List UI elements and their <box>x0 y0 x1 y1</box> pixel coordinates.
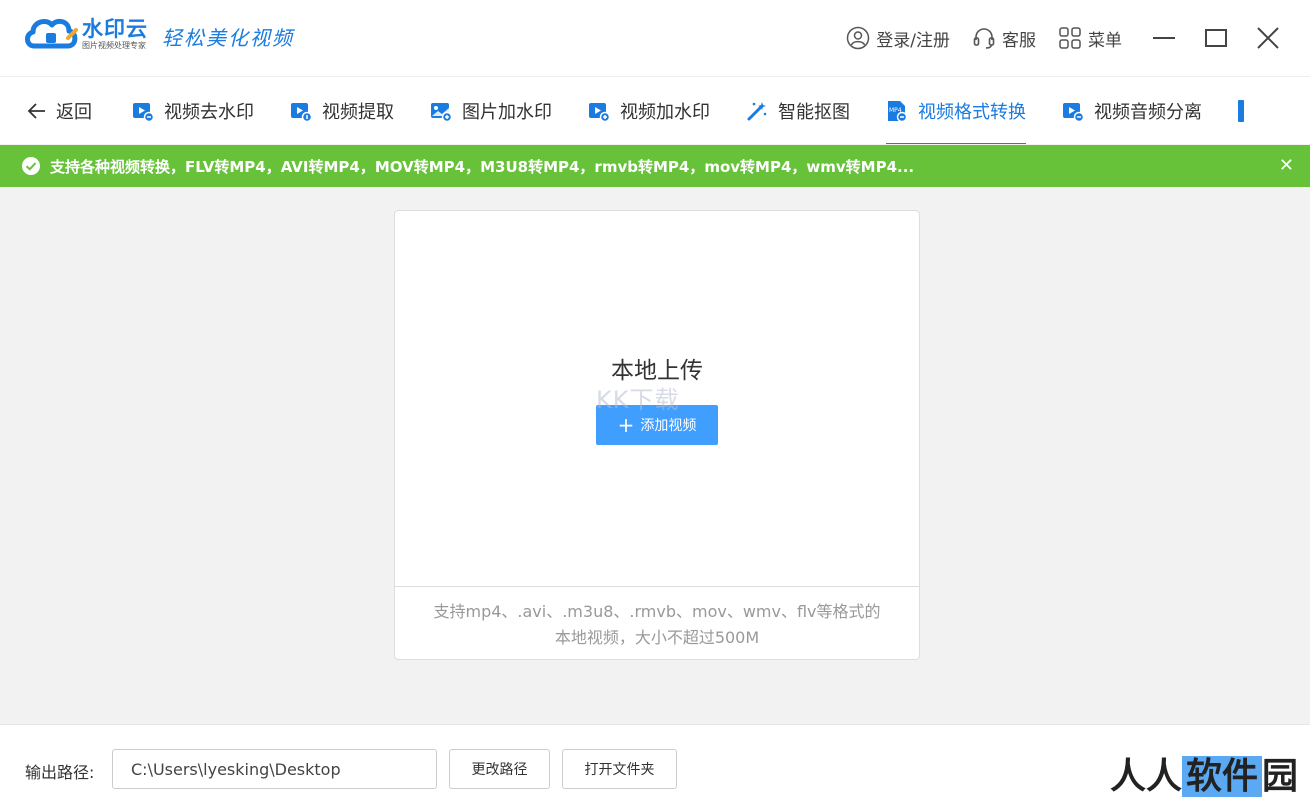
notice-close-button[interactable]: ✕ <box>1279 155 1294 176</box>
user-icon <box>847 26 870 50</box>
tab-label: 视频音频分离 <box>1094 101 1202 123</box>
close-window-button[interactable] <box>1248 18 1288 58</box>
tab-image-add-watermark[interactable]: 图片加水印 <box>412 77 570 144</box>
notice-text: 支持各种视频转换，FLV转MP4，AVI转MP4，MOV转MP4，M3U8转MP… <box>50 157 915 176</box>
video-icon <box>589 102 610 122</box>
image-icon <box>431 102 452 122</box>
upload-title: 本地上传 <box>611 358 703 384</box>
tab-label: 视频格式转换 <box>918 101 1026 123</box>
app-logo: 水印云 图片视频处理专家 <box>24 14 148 54</box>
video-icon <box>291 102 312 122</box>
mp4-file-icon: MP4 <box>888 100 908 122</box>
upload-hint-line1: 支持mp4、.avi、.m3u8、.rmvb、mov、wmv、flv等格式的 <box>433 602 881 621</box>
menu-button[interactable]: 菜单 <box>1058 26 1122 51</box>
tab-video-extract[interactable]: 视频提取 <box>272 77 412 144</box>
menu-label: 菜单 <box>1088 30 1122 51</box>
customer-service-button[interactable]: 客服 <box>972 26 1036 51</box>
tab-label: 视频加水印 <box>620 101 710 123</box>
title-bar: 水印云 图片视频处理专家 轻松美化视频 登录/注册 客服 菜单 <box>0 0 1310 76</box>
corner-watermark-part3: 园 <box>1261 756 1298 797</box>
add-video-label: 添加视频 <box>640 418 697 434</box>
tab-video-format-convert[interactable]: MP4 视频格式转换 <box>868 77 1044 144</box>
feature-tabs: 返回 视频去水印 视频提取 图片加水印 视频加水印 智能抠图 MP4 视频格式转… <box>0 76 1310 144</box>
output-path-input[interactable] <box>112 749 437 789</box>
minimize-icon <box>1153 37 1175 39</box>
magic-wand-icon <box>747 101 767 120</box>
tab-smart-cutout[interactable]: 智能抠图 <box>728 77 868 144</box>
grid-menu-icon <box>1059 27 1081 49</box>
video-icon <box>133 102 154 122</box>
tab-video-audio-separate[interactable]: 视频音频分离 <box>1044 77 1220 144</box>
app-subtitle: 图片视频处理专家 <box>82 41 146 50</box>
maximize-icon <box>1205 29 1227 47</box>
plus-icon: + <box>617 413 635 437</box>
tab-label: 图片加水印 <box>462 101 552 123</box>
output-bar: 输出路径: 更改路径 打开文件夹 人人软件园 <box>0 724 1310 806</box>
app-name: 水印云 <box>82 17 148 41</box>
tab-video-add-watermark[interactable]: 视频加水印 <box>570 77 728 144</box>
output-path-label: 输出路径: <box>25 763 95 782</box>
corner-watermark-part1: 人人 <box>1109 756 1182 797</box>
tab-label: 视频去水印 <box>164 101 254 123</box>
info-icon <box>1238 99 1244 122</box>
upload-card[interactable]: 本地上传 + 添加视频 支持mp4、.avi、.m3u8、.rmvb、mov、w… <box>394 210 920 660</box>
add-video-button[interactable]: + 添加视频 <box>596 405 718 445</box>
upload-hint: 支持mp4、.avi、.m3u8、.rmvb、mov、wmv、flv等格式的 本… <box>395 586 919 660</box>
app-slogan: 轻松美化视频 <box>162 26 294 50</box>
login-button[interactable]: 登录/注册 <box>846 26 950 51</box>
headset-icon <box>973 28 995 49</box>
minimize-button[interactable] <box>1144 18 1184 58</box>
arrow-left-icon <box>27 102 45 119</box>
notice-bar: 支持各种视频转换，FLV转MP4，AVI转MP4，MOV转MP4，M3U8转MP… <box>0 145 1310 187</box>
service-label: 客服 <box>1002 30 1036 51</box>
cloud-logo-icon <box>24 14 78 54</box>
login-label: 登录/注册 <box>876 30 950 51</box>
tab-label: 视频提取 <box>322 101 394 123</box>
check-circle-icon <box>22 157 40 175</box>
tab-more-overflow[interactable] <box>1220 77 1254 144</box>
corner-watermark: 人人 软件园 <box>1110 747 1298 799</box>
back-button[interactable]: 返回 <box>0 77 114 144</box>
tab-video-remove-watermark[interactable]: 视频去水印 <box>114 77 272 144</box>
close-icon <box>1257 27 1279 49</box>
open-folder-button[interactable]: 打开文件夹 <box>562 749 677 789</box>
tab-label: 智能抠图 <box>778 101 850 123</box>
upload-hint-line2: 本地视频，大小不超过500M <box>554 628 760 647</box>
video-icon <box>1063 102 1084 122</box>
maximize-button[interactable] <box>1196 18 1236 58</box>
back-label: 返回 <box>56 101 92 123</box>
change-path-button[interactable]: 更改路径 <box>449 749 550 789</box>
corner-watermark-part2: 软件 <box>1181 756 1262 797</box>
